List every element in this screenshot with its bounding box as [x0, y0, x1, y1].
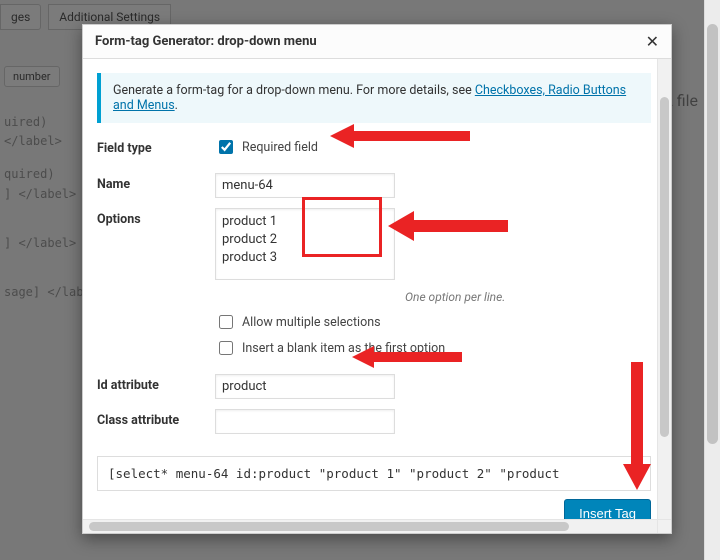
id-attr-input[interactable] [215, 374, 395, 399]
insert-tag-button[interactable]: Insert Tag [564, 499, 651, 519]
row-class-attr: Class attribute [97, 409, 651, 434]
required-field-checkbox[interactable]: Required field [215, 137, 651, 157]
option-hint: One option per line. [405, 290, 651, 304]
info-box: Generate a form-tag for a drop-down menu… [97, 73, 651, 123]
name-input[interactable] [215, 173, 395, 198]
blank-first-input[interactable] [219, 341, 233, 355]
shortcode-output[interactable]: [select* menu-64 id:product "product 1" … [97, 456, 651, 491]
class-attr-input[interactable] [215, 409, 395, 434]
modal-vertical-scrollbar[interactable] [657, 59, 671, 519]
modal-title: Form-tag Generator: drop-down menu [95, 34, 317, 49]
label-field-type: Field type [97, 137, 215, 156]
info-text: Generate a form-tag for a drop-down menu… [113, 83, 475, 98]
modal-titlebar: Form-tag Generator: drop-down menu ✕ [83, 25, 671, 59]
row-id-attr: Id attribute [97, 374, 651, 399]
close-icon[interactable]: ✕ [646, 34, 659, 50]
row-field-type: Field type Required field [97, 137, 651, 163]
bg-btn-file: file [677, 91, 698, 110]
row-name: Name [97, 173, 651, 198]
blank-first-label: Insert a blank item as the first option [242, 341, 445, 356]
form-tag-generator-modal: Form-tag Generator: drop-down menu ✕ Gen… [82, 24, 672, 534]
options-textarea[interactable] [215, 208, 395, 280]
modal-scroll-corner [657, 519, 671, 533]
required-field-label: Required field [242, 140, 318, 155]
modal-h-thumb[interactable] [89, 522, 569, 531]
allow-multiple-input[interactable] [219, 315, 233, 329]
allow-multiple-label: Allow multiple selections [242, 315, 381, 330]
label-name: Name [97, 173, 215, 192]
allow-multiple-checkbox[interactable]: Allow multiple selections [215, 312, 651, 332]
modal-horizontal-scrollbar[interactable] [83, 519, 657, 533]
required-field-input[interactable] [219, 140, 233, 154]
label-options: Options [97, 208, 215, 227]
label-class-attr: Class attribute [97, 409, 215, 428]
page-scrollbar[interactable] [704, 0, 720, 560]
modal-body: Generate a form-tag for a drop-down menu… [83, 59, 657, 519]
row-options: Options One option per line. Allow multi… [97, 208, 651, 364]
modal-v-thumb[interactable] [660, 97, 669, 437]
blank-first-checkbox[interactable]: Insert a blank item as the first option [215, 338, 651, 358]
label-id-attr: Id attribute [97, 374, 215, 393]
info-text-post: . [175, 98, 178, 113]
page-scrollbar-thumb[interactable] [707, 24, 718, 444]
